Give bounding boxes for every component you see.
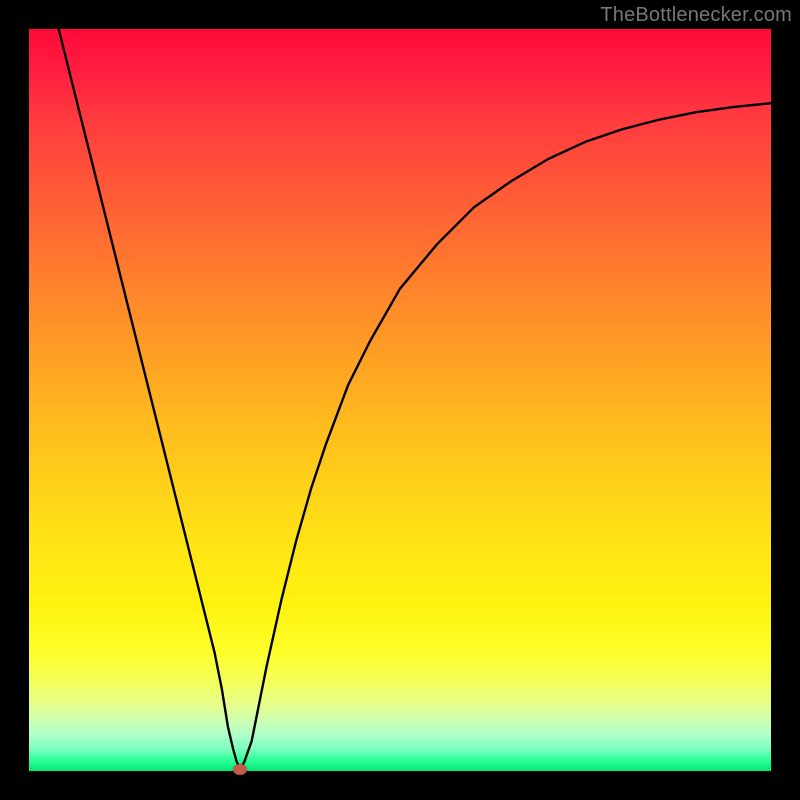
plot-area [29, 29, 771, 771]
attribution-text: TheBottlenecker.com [600, 4, 792, 27]
minimum-marker [233, 764, 247, 775]
chart-frame: TheBottlenecker.com [0, 0, 800, 800]
bottleneck-curve [29, 29, 771, 771]
